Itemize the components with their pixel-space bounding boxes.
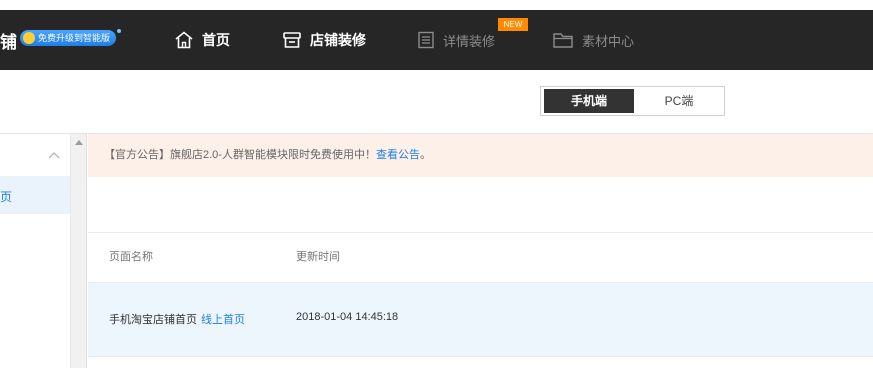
browser-top-strip: [0, 0, 873, 10]
page-name: 手机淘宝店铺首页: [109, 314, 197, 326]
sidebar-item-label: 页: [0, 190, 13, 204]
column-header-page-name: 页面名称: [109, 251, 153, 263]
document-icon: [418, 31, 434, 49]
sidebar-item-page[interactable]: 页: [0, 176, 70, 214]
nav-detail-decoration-label: 详情装修: [443, 33, 496, 49]
announcement-text: 【官方公告】旗舰店2.0-人群智能模块限时免费使用中！: [104, 149, 376, 161]
announcement-bar: 【官方公告】旗舰店2.0-人群智能模块限时免费使用中！查看公告。: [88, 134, 873, 177]
device-toggle: 手机端 PC端: [540, 86, 725, 116]
announcement-suffix: 。: [419, 149, 431, 161]
page-name-cell: 手机淘宝店铺首页 线上首页: [109, 311, 245, 327]
sparkle-icon: [117, 29, 122, 33]
scroll-up-arrow-icon[interactable]: [75, 140, 83, 145]
nav-store-decoration[interactable]: 店铺装修: [282, 28, 366, 52]
nav-detail-decoration[interactable]: 详情装修: [417, 28, 495, 52]
brand-title: 铺: [0, 33, 17, 52]
nav-material-center[interactable]: 素材中心: [552, 28, 634, 52]
nav-store-decoration-label: 店铺装修: [310, 32, 366, 48]
top-header: 铺 免费升级到智能版 首页 店铺装修 详情装修 NEW 素材中心: [0, 10, 873, 70]
store-icon: [283, 32, 301, 48]
nav-material-center-label: 素材中心: [582, 33, 635, 49]
update-time-cell: 2018-01-04 14:45:18: [296, 311, 399, 323]
nav-home[interactable]: 首页: [174, 28, 230, 52]
sidebar: 页: [0, 134, 71, 368]
new-badge: NEW: [498, 18, 528, 31]
online-homepage-link[interactable]: 线上首页: [201, 314, 245, 326]
nav-home-label: 首页: [202, 32, 230, 48]
upgrade-badge-label: 免费升级到智能版: [38, 33, 111, 43]
home-icon: [175, 31, 193, 49]
scrollbar[interactable]: [71, 134, 87, 368]
upgrade-badge-button[interactable]: 免费升级到智能版: [20, 29, 122, 46]
table-row[interactable]: 手机淘宝店铺首页 线上首页 2018-01-04 14:45:18: [88, 282, 873, 357]
column-header-update-time: 更新时间: [296, 251, 340, 263]
user-upgrade-icon: [23, 32, 35, 44]
toggle-mobile[interactable]: 手机端: [544, 89, 634, 113]
folder-icon: [553, 33, 573, 48]
toggle-pc[interactable]: PC端: [634, 89, 724, 113]
divider: [88, 232, 873, 233]
view-announcement-link[interactable]: 查看公告: [376, 149, 420, 161]
chevron-up-icon[interactable]: [48, 151, 60, 159]
